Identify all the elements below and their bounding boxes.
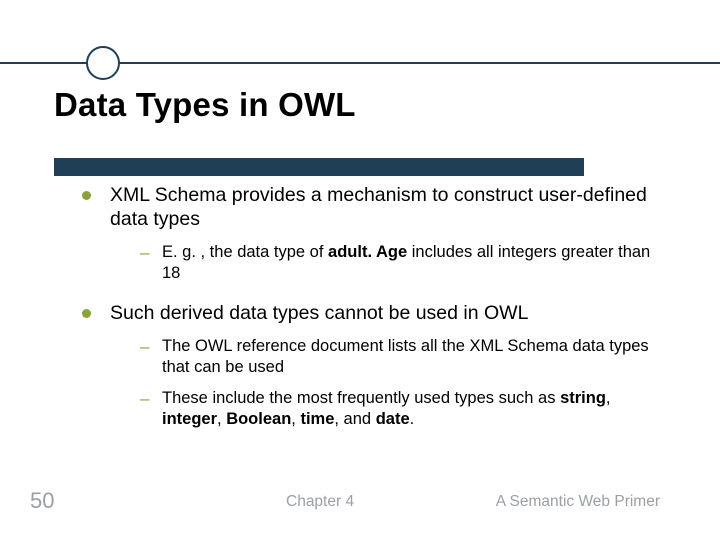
bullet-item: XML Schema provides a mechanism to const… <box>82 184 672 284</box>
sub-bullet-text: . <box>410 410 415 428</box>
footer-chapter: Chapter 4 <box>286 493 354 511</box>
slide: Data Types in OWL XML Schema provides a … <box>0 0 720 540</box>
page-number: 50 <box>30 488 54 514</box>
slide-title: Data Types in OWL <box>54 86 356 124</box>
sub-bullet-text: , and <box>334 410 375 428</box>
sub-bullet-item: These include the most frequently used t… <box>140 388 672 430</box>
sub-bullet-list: E. g. , the data type of adult. Age incl… <box>140 242 672 284</box>
bold-text: string <box>560 389 606 407</box>
bullet-list: XML Schema provides a mechanism to const… <box>82 184 672 430</box>
footer-booktitle: A Semantic Web Primer <box>496 493 660 511</box>
sub-bullet-text: , <box>217 410 226 428</box>
bullet-text: XML Schema provides a mechanism to const… <box>110 184 647 230</box>
bullet-text: Such derived data types cannot be used i… <box>110 302 528 324</box>
slide-body: XML Schema provides a mechanism to const… <box>82 184 672 448</box>
bold-text: Boolean <box>226 410 291 428</box>
slide-footer: 50 Chapter 4 A Semantic Web Primer <box>0 488 720 514</box>
bold-text: time <box>300 410 334 428</box>
title-rule-circle-icon <box>86 46 120 80</box>
bullet-item: Such derived data types cannot be used i… <box>82 302 672 430</box>
sub-bullet-item: E. g. , the data type of adult. Age incl… <box>140 242 672 284</box>
bold-text: date <box>376 410 410 428</box>
sub-bullet-list: The OWL reference document lists all the… <box>140 336 672 430</box>
sub-bullet-item: The OWL reference document lists all the… <box>140 336 672 378</box>
sub-bullet-text: These include the most frequently used t… <box>162 389 560 407</box>
bold-text: adult. Age <box>328 243 407 261</box>
accent-bar <box>54 158 584 176</box>
sub-bullet-text: , <box>606 389 611 407</box>
bold-text: integer <box>162 410 217 428</box>
sub-bullet-text: The OWL reference document lists all the… <box>162 337 649 376</box>
sub-bullet-text: E. g. , the data type of <box>162 243 328 261</box>
